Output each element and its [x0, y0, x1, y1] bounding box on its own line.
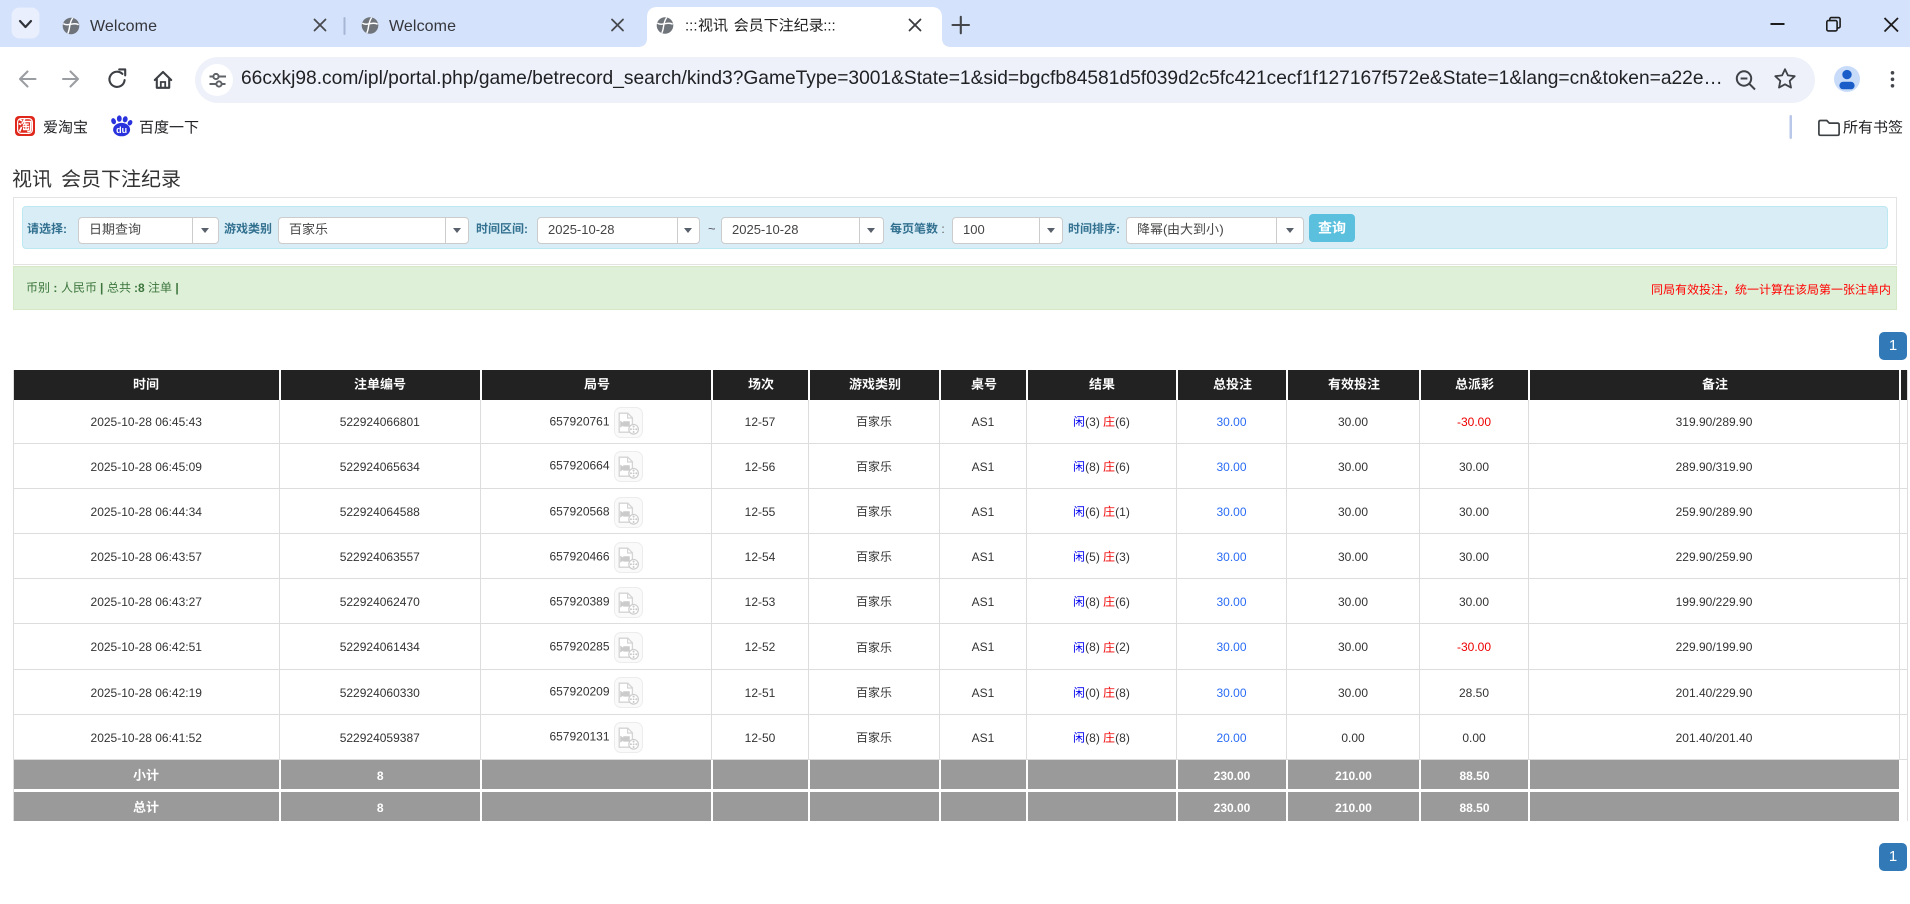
svg-text:du: du — [116, 125, 127, 135]
